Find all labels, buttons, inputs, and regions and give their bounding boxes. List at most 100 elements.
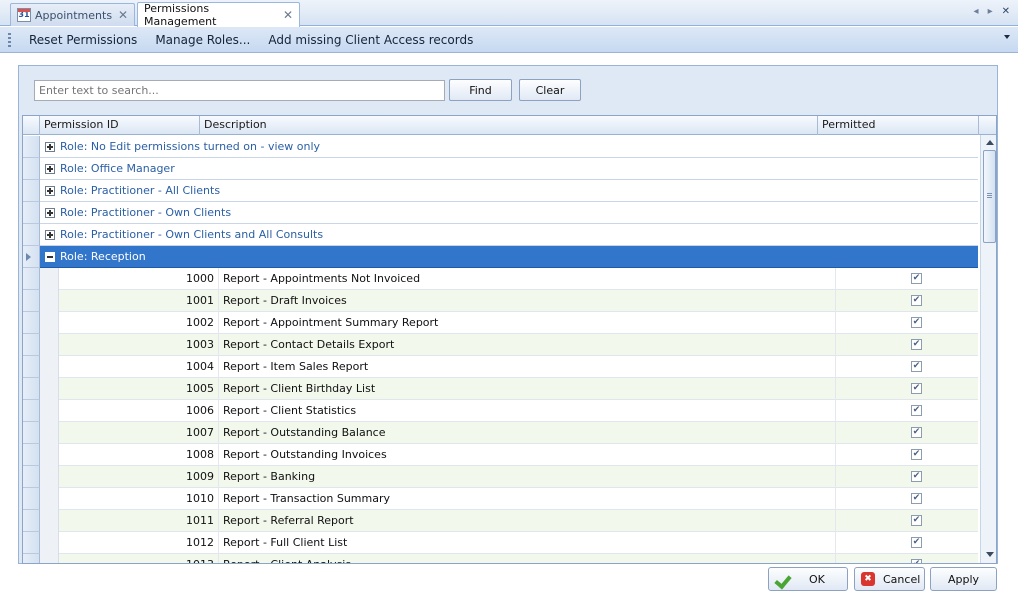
description-cell[interactable]: Report - Transaction Summary — [218, 488, 830, 510]
row-indicator[interactable] — [23, 466, 40, 488]
row-indicator[interactable] — [23, 444, 40, 466]
close-tab-icon[interactable]: ✕ — [118, 8, 128, 22]
permitted-cell[interactable]: ✔ — [835, 466, 996, 488]
description-cell[interactable]: Report - Appointment Summary Report — [218, 312, 830, 334]
row-indicator[interactable] — [23, 224, 40, 246]
apply-button[interactable]: Apply — [930, 567, 997, 591]
permission-id-cell[interactable]: 1005 — [59, 382, 216, 395]
tab-permissions-management[interactable]: Permissions Management ✕ — [137, 2, 300, 28]
row-indicator[interactable] — [23, 136, 40, 158]
permission-id-cell[interactable]: 1006 — [59, 404, 216, 417]
table-row[interactable]: 1005 Report - Client Birthday List ✔ — [40, 378, 978, 400]
table-row[interactable]: 1004 Report - Item Sales Report ✔ — [40, 356, 978, 378]
permitted-checkbox[interactable]: ✔ — [911, 273, 922, 284]
row-indicator[interactable] — [23, 290, 40, 312]
table-row[interactable]: 1008 Report - Outstanding Invoices ✔ — [40, 444, 978, 466]
row-indicator[interactable] — [23, 378, 40, 400]
permitted-checkbox[interactable]: ✔ — [911, 317, 922, 328]
permitted-cell[interactable]: ✔ — [835, 554, 996, 563]
permission-id-cell[interactable]: 1001 — [59, 294, 216, 307]
toolbar-grip-icon[interactable] — [8, 32, 11, 47]
add-missing-client-access-button[interactable]: Add missing Client Access records — [259, 33, 482, 47]
permitted-cell[interactable]: ✔ — [835, 510, 996, 532]
table-row[interactable]: 1007 Report - Outstanding Balance ✔ — [40, 422, 978, 444]
permitted-checkbox[interactable]: ✔ — [911, 295, 922, 306]
permitted-cell[interactable]: ✔ — [835, 444, 996, 466]
row-indicator[interactable] — [23, 180, 40, 202]
permission-id-cell[interactable]: 1000 — [59, 272, 216, 285]
vertical-scrollbar[interactable] — [980, 135, 996, 563]
permitted-cell[interactable]: ✔ — [835, 268, 996, 290]
group-row[interactable]: Role: Practitioner - Own Clients — [40, 202, 978, 224]
scroll-down-icon[interactable] — [986, 552, 994, 557]
permitted-checkbox[interactable]: ✔ — [911, 537, 922, 548]
row-indicator[interactable] — [23, 554, 40, 563]
permitted-checkbox[interactable]: ✔ — [911, 361, 922, 372]
description-cell[interactable]: Report - Full Client List — [218, 532, 830, 554]
table-row[interactable]: 1013Report - Client Analysis ✔ — [40, 554, 978, 563]
row-indicator[interactable] — [23, 510, 40, 532]
permitted-checkbox[interactable]: ✔ — [911, 449, 922, 460]
group-row[interactable]: Role: Office Manager — [40, 158, 978, 180]
description-cell[interactable]: Report - Draft Invoices — [218, 290, 830, 312]
table-row[interactable]: 1010 Report - Transaction Summary ✔ — [40, 488, 978, 510]
table-row[interactable]: 1011 Report - Referral Report ✔ — [40, 510, 978, 532]
scrollbar-thumb[interactable] — [983, 150, 996, 243]
permitted-cell[interactable]: ✔ — [835, 290, 996, 312]
row-indicator[interactable] — [23, 158, 40, 180]
clear-button[interactable]: Clear — [519, 79, 581, 101]
expand-icon[interactable] — [45, 141, 55, 152]
expand-icon[interactable] — [45, 207, 55, 218]
permitted-checkbox[interactable]: ✔ — [911, 405, 922, 416]
permission-id-cell[interactable]: 1004 — [59, 360, 216, 373]
permitted-cell[interactable]: ✔ — [835, 400, 996, 422]
permitted-checkbox[interactable]: ✔ — [911, 515, 922, 526]
row-indicator[interactable] — [23, 356, 40, 378]
permission-id-cell[interactable]: 1011 — [59, 514, 216, 527]
column-header-description[interactable]: Description — [200, 116, 818, 135]
group-row[interactable]: Role: No Edit permissions turned on - vi… — [40, 136, 978, 158]
permitted-checkbox[interactable]: ✔ — [911, 339, 922, 350]
expand-icon[interactable] — [45, 163, 55, 174]
table-row[interactable]: 1012 Report - Full Client List ✔ — [40, 532, 978, 554]
toolbar-options-icon[interactable] — [1004, 35, 1010, 39]
permission-id-cell[interactable]: 1012 — [59, 536, 216, 549]
table-row[interactable]: 1003 Report - Contact Details Export ✔ — [40, 334, 978, 356]
description-cell[interactable]: Report - Appointments Not Invoiced — [218, 268, 830, 290]
table-row[interactable]: 1000 Report - Appointments Not Invoiced ✔ — [40, 268, 978, 290]
description-cell[interactable]: Report - Contact Details Export — [218, 334, 830, 356]
description-cell[interactable]: Report - Referral Report — [218, 510, 830, 532]
row-indicator[interactable] — [23, 422, 40, 444]
tab-appointments[interactable]: 31 Appointments ✕ — [10, 3, 135, 26]
scroll-up-icon[interactable] — [986, 140, 994, 145]
scroll-tabs-right-icon[interactable]: ▸ — [988, 6, 993, 17]
row-indicator[interactable] — [23, 488, 40, 510]
reset-permissions-button[interactable]: Reset Permissions — [20, 33, 146, 47]
permitted-cell[interactable]: ✔ — [835, 334, 996, 356]
row-indicator[interactable] — [23, 334, 40, 356]
permission-id-cell[interactable]: 1007 — [59, 426, 216, 439]
permission-id-cell[interactable]: 1003 — [59, 338, 216, 351]
group-row-selected[interactable]: Role: Reception — [40, 246, 978, 268]
search-input[interactable] — [34, 80, 445, 101]
permission-id-cell[interactable]: 1008 — [59, 448, 216, 461]
column-header-permitted[interactable]: Permitted — [818, 116, 979, 135]
permission-id-cell[interactable]: 1002 — [59, 316, 216, 329]
permission-id-cell[interactable]: 1009 — [59, 470, 216, 483]
row-indicator[interactable] — [23, 400, 40, 422]
group-row[interactable]: Role: Practitioner - All Clients — [40, 180, 978, 202]
scroll-tabs-left-icon[interactable]: ◂ — [974, 6, 979, 17]
permitted-checkbox[interactable]: ✔ — [911, 493, 922, 504]
description-cell[interactable]: Report - Banking — [218, 466, 830, 488]
permission-id-cell[interactable]: 1013 — [59, 558, 216, 563]
permitted-checkbox[interactable]: ✔ — [911, 559, 922, 563]
permitted-cell[interactable]: ✔ — [835, 422, 996, 444]
table-row[interactable]: 1009 Report - Banking ✔ — [40, 466, 978, 488]
close-active-tab-icon[interactable]: ✕ — [1002, 6, 1010, 17]
permitted-checkbox[interactable]: ✔ — [911, 471, 922, 482]
manage-roles-button[interactable]: Manage Roles... — [146, 33, 259, 47]
permitted-cell[interactable]: ✔ — [835, 356, 996, 378]
expand-icon[interactable] — [45, 185, 55, 196]
row-indicator[interactable] — [23, 246, 40, 268]
permitted-cell[interactable]: ✔ — [835, 378, 996, 400]
